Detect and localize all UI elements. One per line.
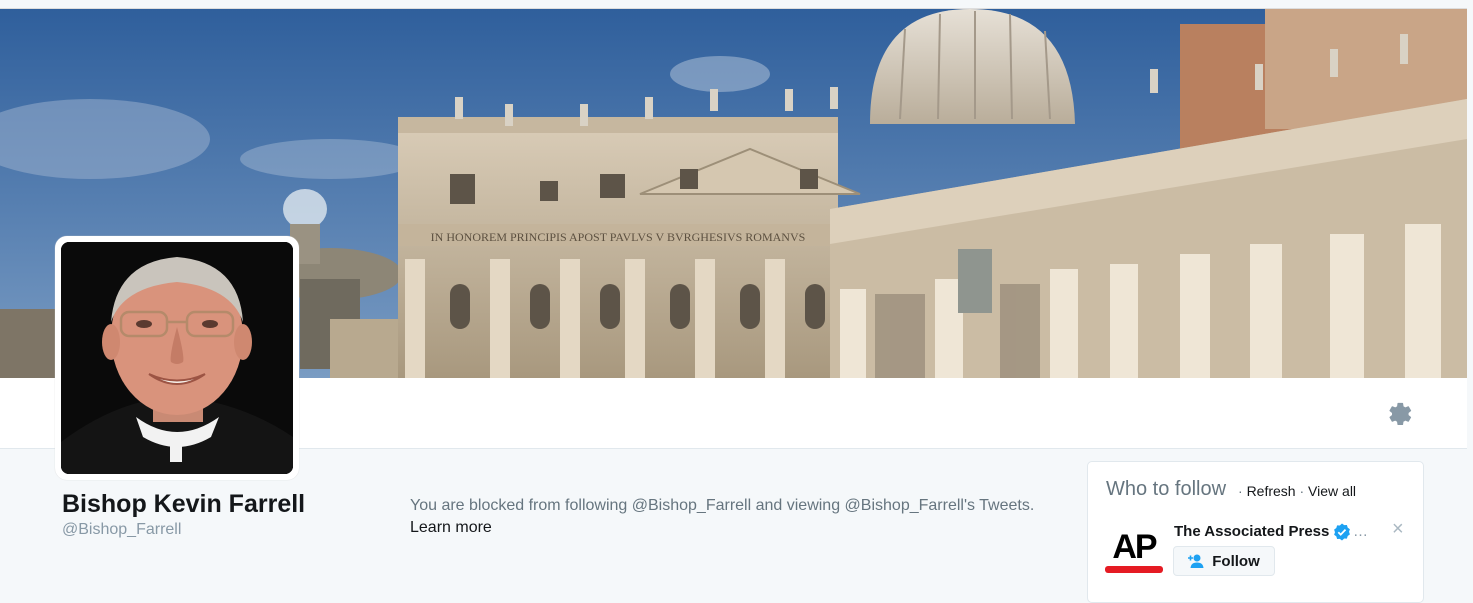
who-to-follow-module: Who to follow · Refresh · View all AP Th… [1087,461,1424,603]
profile-avatar[interactable] [55,236,299,480]
ap-logo-image: AP [1105,528,1163,573]
view-all-link[interactable]: View all [1308,483,1356,499]
verified-icon [1334,523,1350,541]
separator: · [1299,483,1305,499]
add-user-icon [1188,554,1204,568]
avatar-photo [61,242,293,474]
profile-handle[interactable]: @Bishop_Farrell [62,521,181,539]
follow-button[interactable]: Follow [1173,546,1275,576]
dismiss-suggestion-button[interactable]: × [1392,518,1404,541]
profile-name: Bishop Kevin Farrell [62,490,306,518]
verified-badge-icon [1333,523,1351,541]
suggested-account-name[interactable]: The Associated Press [1174,523,1329,540]
ap-logo-text: AP [1112,528,1157,566]
avatar-image [61,242,293,474]
who-to-follow-links: · Refresh · View all [1238,483,1356,499]
ap-logo[interactable]: AP [1105,524,1163,574]
gear-icon [1389,402,1412,426]
follow-button-label: Follow [1212,552,1260,570]
learn-more-link[interactable]: Learn more [410,519,492,536]
name-ellipsis: … [1353,523,1368,540]
refresh-link[interactable]: Refresh [1247,483,1296,499]
who-to-follow-title: Who to follow [1106,478,1227,500]
blocked-notice: You are blocked from following @Bishop_F… [410,495,1070,539]
banner-inscription: IN HONOREM PRINCIPIS APOST PAVLVS V BVRG… [431,230,806,244]
blocked-message: You are blocked from following @Bishop_F… [410,497,1035,514]
separator: · [1238,483,1243,499]
settings-gear-icon[interactable] [1385,400,1413,428]
